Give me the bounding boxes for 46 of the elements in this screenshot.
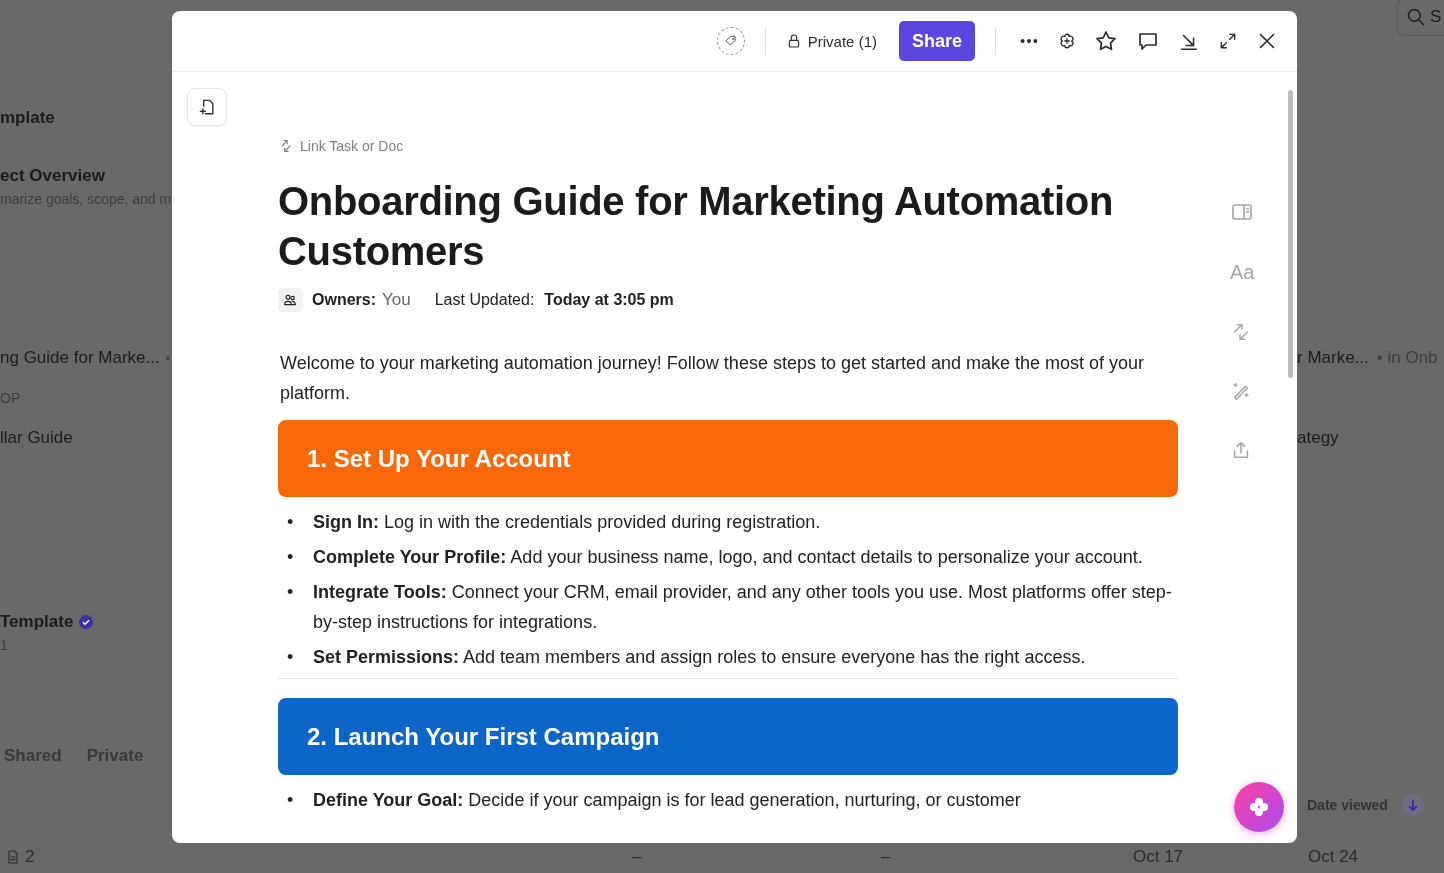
template-title[interactable]: ect Overview	[0, 166, 105, 186]
table-cell: Oct 17	[1133, 847, 1184, 867]
document-icon	[5, 849, 21, 865]
doc-title[interactable]: r Marke...	[1297, 348, 1369, 368]
doc-title[interactable]: ategy	[1297, 428, 1339, 448]
doc-title[interactable]: ng Guide for Marke...	[0, 348, 160, 368]
doc-title[interactable]: llar Guide	[0, 428, 73, 448]
template-title[interactable]: Template	[0, 612, 74, 632]
privacy-button[interactable]: Private (1)	[785, 32, 877, 50]
list-item: Define Your Goal: Decide if your campaign is for lead generation, nurturing, or customer	[313, 789, 1022, 812]
bullet: •	[287, 581, 295, 604]
section-heading: 1. Set Up Your Account	[278, 420, 1178, 497]
list-item: Integrate Tools: Connect your CRM, email provider, and any other tools you use. Most platforms offer step-by-step instructions for integrations.	[313, 581, 1173, 634]
page-plus-icon	[197, 97, 217, 117]
updated-value: Today at 3:05 pm	[544, 291, 674, 309]
expand-icon[interactable]	[1218, 31, 1238, 51]
section-heading: 2. Launch Your First Campaign	[278, 698, 1178, 775]
list-item: Complete Your Profile: Add your business name, logo, and contact details to personalize your account.	[313, 546, 1144, 569]
separator-dot: •	[165, 350, 171, 366]
star-icon[interactable]	[1094, 29, 1118, 53]
list-item: Set Permissions: Add team members and assign roles to ensure everyone has the right access.	[313, 646, 1087, 669]
table-cell: –	[881, 847, 891, 867]
list-item: Sign In: Log in with the credentials provided during registration.	[313, 511, 822, 534]
bullet: •	[287, 789, 295, 812]
flower-icon[interactable]	[1058, 32, 1076, 50]
arrow-down-icon	[1405, 798, 1420, 812]
link-task-button[interactable]: Link Task or Doc	[278, 138, 404, 154]
bullet: •	[287, 646, 295, 669]
bullet: •	[287, 511, 295, 534]
updated-label: Last Updated:	[434, 291, 535, 309]
intro-paragraph: Welcome to your marketing automation journey! Follow these steps to get started and make the most of your platform.	[280, 352, 1146, 405]
doc-count: 2	[25, 847, 35, 867]
ai-assistant-button[interactable]	[1234, 782, 1284, 832]
share-button[interactable]: Share	[898, 21, 975, 61]
bullet: •	[287, 546, 295, 569]
owners-label: Owners:	[312, 291, 376, 309]
add-page-button[interactable]	[187, 88, 227, 126]
table-cell: –	[632, 847, 642, 867]
template-title[interactable]: mplate	[0, 108, 55, 128]
tag-icon	[723, 34, 738, 48]
doc-title: Onboarding Guide for Marketing Automation Customers	[278, 178, 1115, 275]
flower-icon	[1247, 795, 1271, 819]
font-button[interactable]: Aa	[1230, 261, 1255, 284]
owners-value[interactable]: You	[382, 290, 411, 310]
table-cell: Oct 24	[1308, 847, 1359, 867]
search-icon	[1406, 7, 1426, 27]
